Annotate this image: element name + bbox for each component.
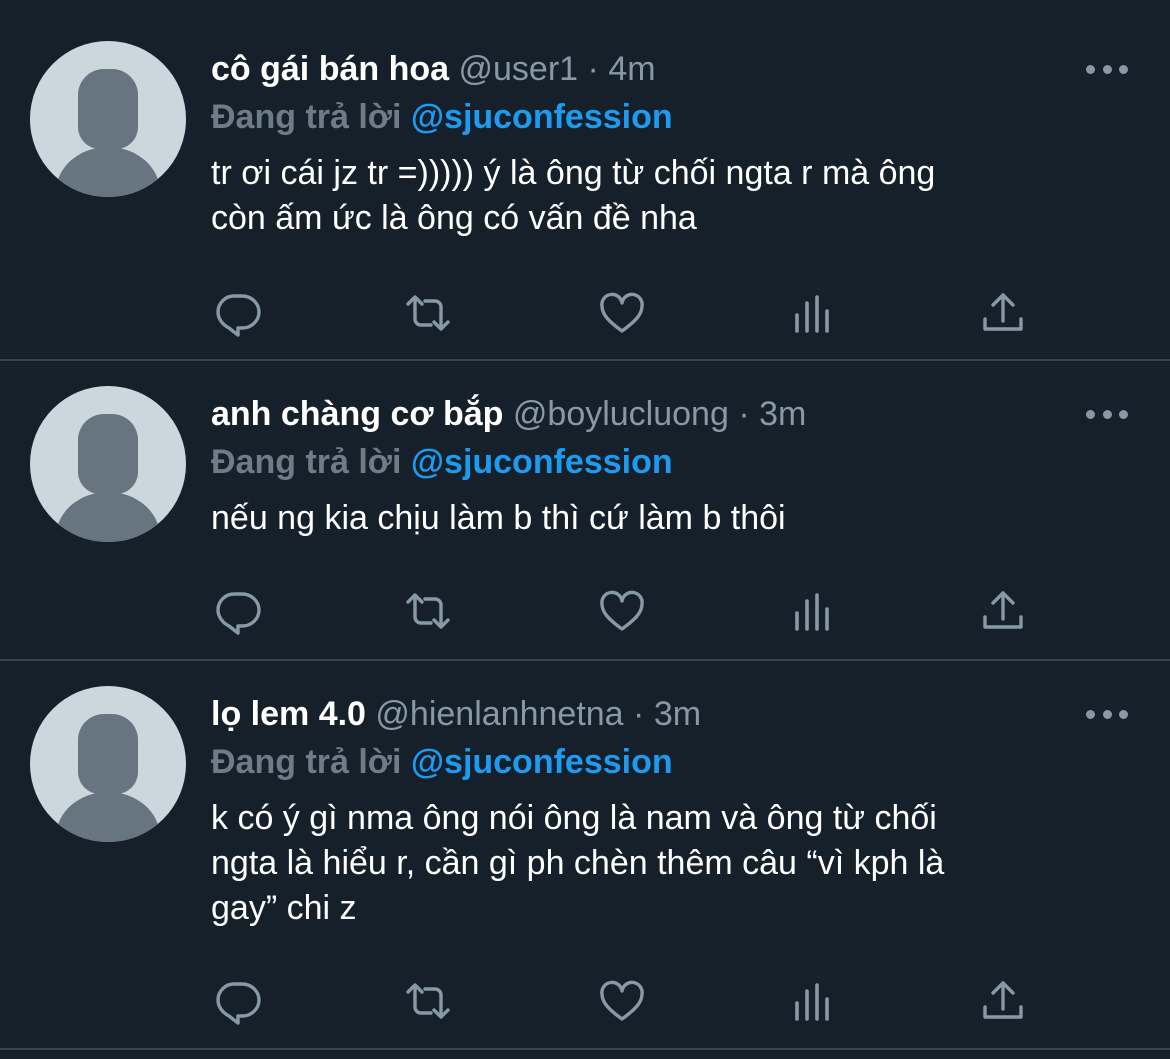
- reply-target-link[interactable]: @sjuconfession: [411, 443, 673, 481]
- retweet-icon[interactable]: [403, 288, 453, 338]
- tweet-actions: [211, 976, 1051, 1026]
- tweet-text: nếu ng kia chịu làm b thì cứ làm b thôi: [211, 499, 786, 537]
- tweet-content: lọ lem 4.0 @hienlanhnetna · 3m Đang trả …: [211, 690, 1111, 931]
- replying-to: Đang trả lời @sjuconfession: [211, 93, 1111, 141]
- tweet-header: cô gái bán hoa @user1 · 4m: [211, 45, 1111, 93]
- share-icon[interactable]: [978, 586, 1028, 636]
- tweet-content: cô gái bán hoa @user1 · 4m Đang trả lời …: [211, 45, 1111, 241]
- tweet-actions: [211, 288, 1051, 338]
- display-name[interactable]: anh chàng cơ bắp: [211, 395, 503, 433]
- separator-dot: ·: [738, 395, 750, 433]
- timestamp[interactable]: 3m: [654, 695, 701, 733]
- replying-to: Đang trả lời @sjuconfession: [211, 438, 1111, 486]
- default-avatar-icon[interactable]: [30, 41, 186, 197]
- display-name[interactable]: lọ lem 4.0: [211, 695, 366, 733]
- analytics-icon[interactable]: [788, 288, 838, 338]
- retweet-icon[interactable]: [403, 976, 453, 1026]
- replying-to-label: Đang trả lời: [211, 98, 402, 136]
- user-handle[interactable]: @boylucluong: [513, 395, 729, 433]
- replying-to-label: Đang trả lời: [211, 443, 402, 481]
- replying-to: Đang trả lời @sjuconfession: [211, 738, 1111, 786]
- more-dots-icon[interactable]: [1086, 63, 1128, 75]
- default-avatar-icon[interactable]: [30, 686, 186, 842]
- heart-icon[interactable]: [597, 586, 647, 636]
- more-dots-icon[interactable]: [1086, 408, 1128, 420]
- tweet-content: anh chàng cơ bắp @boylucluong · 3m Đang …: [211, 390, 1111, 541]
- timestamp[interactable]: 4m: [608, 50, 655, 88]
- tweet-text: tr ơi cái jz tr =))))) ý là ông từ chối …: [211, 154, 936, 237]
- reply-target-link[interactable]: @sjuconfession: [411, 743, 673, 781]
- analytics-icon[interactable]: [788, 586, 838, 636]
- user-handle[interactable]: @user1: [459, 50, 579, 88]
- replying-to-label: Đang trả lời: [211, 743, 402, 781]
- retweet-icon[interactable]: [403, 586, 453, 636]
- default-avatar-icon[interactable]: [30, 386, 186, 542]
- comment-icon[interactable]: [213, 288, 263, 338]
- more-dots-icon[interactable]: [1086, 708, 1128, 720]
- tweet-header: anh chàng cơ bắp @boylucluong · 3m: [211, 390, 1111, 438]
- comment-icon[interactable]: [213, 976, 263, 1026]
- separator-dot: ·: [587, 50, 599, 88]
- comment-icon[interactable]: [213, 586, 263, 636]
- reply-target-link[interactable]: @sjuconfession: [411, 98, 673, 136]
- timestamp[interactable]: 3m: [759, 395, 806, 433]
- share-icon[interactable]: [978, 288, 1028, 338]
- separator-dot: ·: [633, 695, 645, 733]
- heart-icon[interactable]: [597, 976, 647, 1026]
- user-handle[interactable]: @hienlanhnetna: [375, 695, 623, 733]
- timeline-feed: cô gái bán hoa @user1 · 4m Đang trả lời …: [0, 0, 1170, 1059]
- analytics-icon[interactable]: [788, 976, 838, 1026]
- tweet-actions: [211, 586, 1051, 636]
- tweet-text: k có ý gì nma ông nói ông là nam và ông …: [211, 799, 945, 927]
- display-name[interactable]: cô gái bán hoa: [211, 50, 449, 88]
- heart-icon[interactable]: [597, 288, 647, 338]
- share-icon[interactable]: [978, 976, 1028, 1026]
- tweet-header: lọ lem 4.0 @hienlanhnetna · 3m: [211, 690, 1111, 738]
